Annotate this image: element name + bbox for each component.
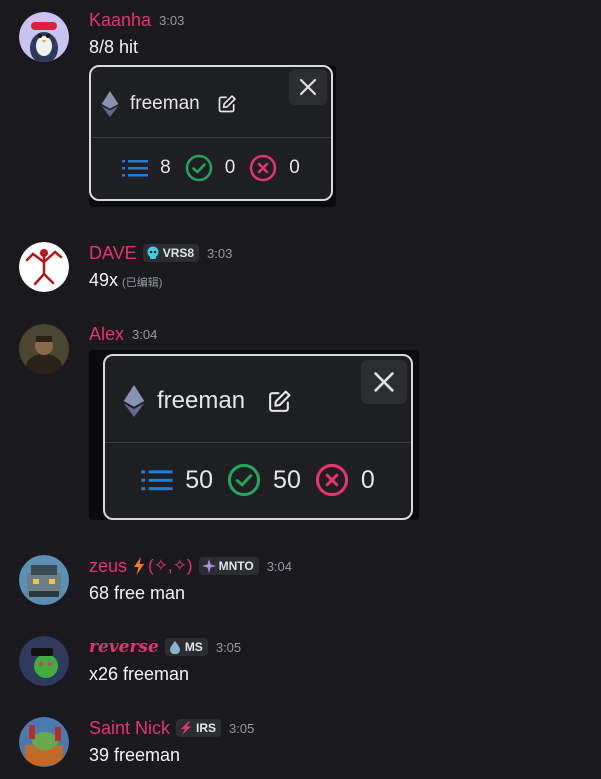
image-attachment[interactable]: freeman 8 0 0 bbox=[89, 65, 336, 207]
check-circle-icon bbox=[227, 463, 261, 497]
avatar[interactable] bbox=[19, 555, 69, 605]
success-count: 0 bbox=[224, 157, 236, 178]
message-text: x26 freeman bbox=[89, 664, 190, 684]
avatar[interactable] bbox=[19, 636, 69, 686]
embed-title: freeman bbox=[157, 387, 246, 414]
message-alex: Alex 3:04 freeman 50 50 0 bbox=[0, 322, 601, 522]
bolt-icon bbox=[134, 557, 145, 575]
result-card: freeman 50 50 0 bbox=[103, 354, 413, 520]
role-badge[interactable]: IRS bbox=[176, 719, 222, 737]
timestamp: 3:04 bbox=[132, 326, 158, 342]
skull-icon bbox=[147, 246, 159, 259]
edit-icon[interactable] bbox=[217, 94, 237, 114]
edited-indicator: (已编辑) bbox=[122, 277, 163, 289]
username[interactable]: reverse bbox=[89, 637, 159, 657]
timestamp: 3:04 bbox=[266, 558, 292, 574]
role-badge[interactable]: MS bbox=[164, 638, 208, 656]
failed-count: 0 bbox=[289, 157, 300, 178]
x-circle-icon bbox=[250, 154, 277, 182]
username[interactable]: zeus bbox=[89, 556, 127, 577]
message-kaanha: Kaanha 3:03 8/8 hit freeman 8 0 0 bbox=[0, 8, 601, 208]
timestamp: 3:03 bbox=[207, 245, 233, 261]
timestamp: 3:05 bbox=[215, 639, 242, 655]
failed-count: 0 bbox=[360, 465, 375, 494]
role-badge[interactable]: VRS8 bbox=[142, 244, 200, 262]
message-text: 68 free man bbox=[89, 583, 186, 603]
message-reverse: reverse MS 3:05 x26 freeman bbox=[0, 635, 601, 695]
message-dave: DAVE VRS8 3:03 49x (已编辑) bbox=[0, 241, 601, 301]
message-zeus: zeus (✧,✧) MNTO 3:04 68 free man bbox=[0, 554, 601, 614]
message-text: 8/8 hit bbox=[89, 37, 139, 57]
message-text: 39 freeman bbox=[89, 745, 181, 765]
sparkle-icon bbox=[201, 559, 216, 573]
avatar[interactable] bbox=[19, 717, 69, 767]
list-icon bbox=[122, 160, 149, 177]
username[interactable]: Saint Nick bbox=[89, 718, 170, 739]
message-body: 49x bbox=[89, 270, 119, 290]
username[interactable]: Kaanha bbox=[89, 10, 151, 31]
bolt-icon bbox=[181, 721, 192, 735]
result-card: freeman 8 0 0 bbox=[89, 65, 333, 201]
username-decoration: (✧,✧) bbox=[133, 556, 193, 576]
message-text: 49x (已编辑) bbox=[89, 270, 162, 291]
username[interactable]: Alex bbox=[89, 324, 124, 345]
avatar[interactable] bbox=[19, 324, 69, 374]
username[interactable]: DAVE bbox=[89, 243, 137, 264]
total-count: 8 bbox=[160, 157, 171, 178]
message-saint-nick: Saint Nick IRS 3:05 39 freeman bbox=[0, 716, 601, 776]
badge-label: VRS8 bbox=[162, 246, 195, 260]
ethereum-icon bbox=[123, 385, 145, 417]
badge-label: MNTO bbox=[218, 559, 254, 573]
badge-label: MS bbox=[184, 640, 203, 654]
total-count: 50 bbox=[185, 465, 214, 494]
edit-icon[interactable] bbox=[267, 389, 292, 414]
x-circle-icon bbox=[315, 463, 348, 497]
timestamp: 3:05 bbox=[229, 720, 255, 736]
role-badge[interactable]: MNTO bbox=[198, 557, 259, 575]
success-count: 50 bbox=[273, 465, 301, 494]
avatar[interactable] bbox=[19, 12, 69, 62]
embed-title: freeman bbox=[130, 93, 200, 114]
avatar[interactable] bbox=[19, 242, 69, 292]
ethereum-icon bbox=[101, 91, 119, 117]
decoration-text: (✧,✧) bbox=[148, 556, 193, 575]
drop-icon bbox=[169, 641, 180, 654]
list-icon bbox=[141, 470, 173, 491]
timestamp: 3:03 bbox=[159, 12, 185, 28]
badge-label: IRS bbox=[196, 721, 217, 735]
check-circle-icon bbox=[185, 154, 212, 182]
image-attachment[interactable]: freeman 50 50 0 bbox=[89, 350, 419, 520]
